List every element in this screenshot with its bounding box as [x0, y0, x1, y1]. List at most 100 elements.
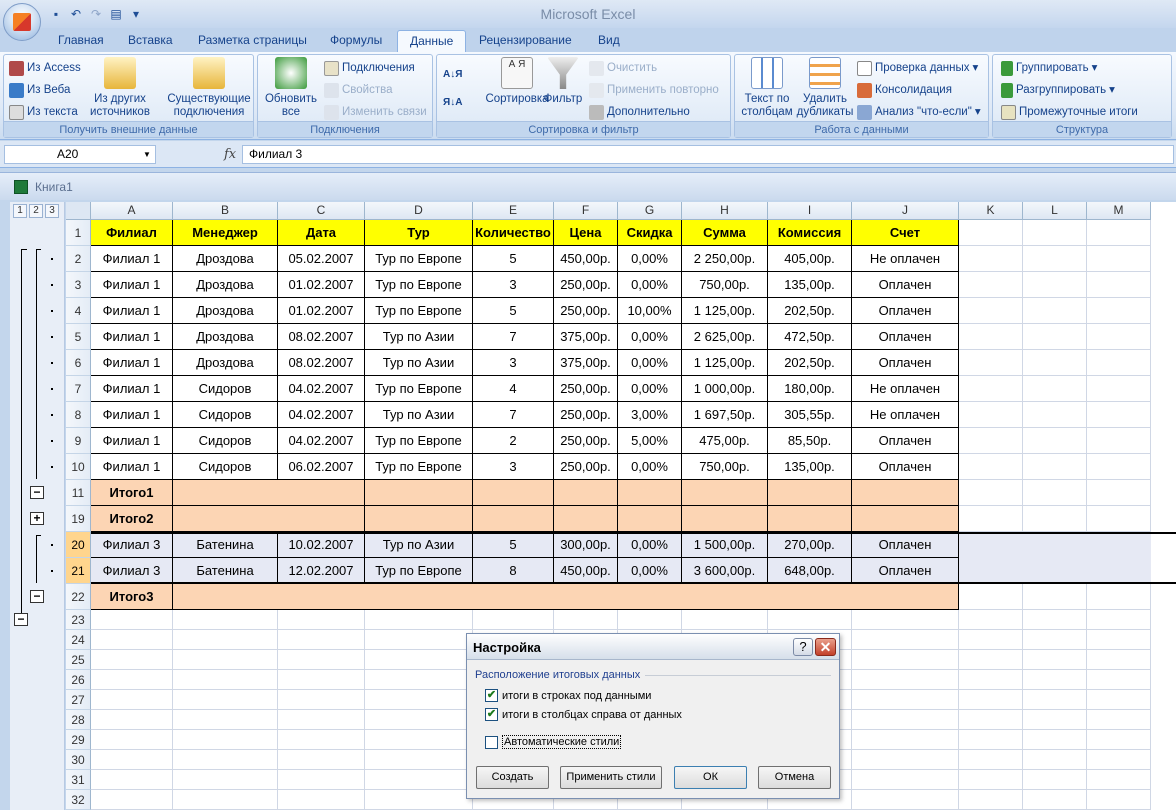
table-cell[interactable]: [1023, 350, 1087, 376]
table-cell[interactable]: 01.02.2007: [278, 298, 365, 324]
table-cell[interactable]: [1023, 454, 1087, 480]
table-cell[interactable]: [768, 506, 852, 532]
table-cell[interactable]: [959, 402, 1023, 428]
table-cell[interactable]: Филиал 1: [91, 454, 173, 480]
table-cell[interactable]: [959, 610, 1023, 630]
outline-level-1-button[interactable]: 1: [13, 204, 27, 218]
remove-duplicates-button[interactable]: Удалить дубликаты: [795, 57, 855, 119]
column-header[interactable]: A: [91, 202, 173, 220]
ungroup-button[interactable]: Разгруппировать ▾: [1001, 80, 1115, 100]
table-cell[interactable]: 0,00%: [618, 376, 682, 402]
table-cell[interactable]: [1087, 350, 1151, 376]
table-cell[interactable]: [173, 730, 278, 750]
table-cell[interactable]: Филиал 1: [91, 350, 173, 376]
table-cell[interactable]: [365, 770, 473, 790]
summary-rows-below-option[interactable]: ✔ итоги в строках под данными: [485, 689, 651, 702]
refresh-all-button[interactable]: Обновить все: [261, 57, 321, 119]
table-cell[interactable]: [173, 750, 278, 770]
table-cell[interactable]: [278, 730, 365, 750]
table-cell[interactable]: [1023, 584, 1087, 610]
table-cell[interactable]: [473, 480, 554, 506]
table-cell[interactable]: [1023, 670, 1087, 690]
row-header[interactable]: 10: [66, 454, 91, 480]
outline-level-2-button[interactable]: 2: [29, 204, 43, 218]
column-header[interactable]: M: [1087, 202, 1151, 220]
table-cell[interactable]: 04.02.2007: [278, 376, 365, 402]
table-cell[interactable]: [1023, 402, 1087, 428]
create-button[interactable]: Создать: [476, 766, 549, 789]
table-cell[interactable]: 0,00%: [618, 246, 682, 272]
row-header[interactable]: 19: [66, 506, 91, 532]
table-cell[interactable]: 7: [473, 324, 554, 350]
table-cell[interactable]: [959, 298, 1023, 324]
table-cell[interactable]: Тур по Азии: [365, 350, 473, 376]
table-cell[interactable]: 0,00%: [618, 272, 682, 298]
tab-data[interactable]: Данные: [397, 30, 467, 52]
tab-insert[interactable]: Вставка: [116, 30, 185, 52]
from-text-button[interactable]: Из текста: [9, 102, 78, 122]
table-cell[interactable]: 135,00р.: [768, 454, 852, 480]
table-cell[interactable]: [173, 670, 278, 690]
reapply-button[interactable]: Применить повторно: [589, 80, 719, 100]
table-cell[interactable]: Оплачен: [852, 428, 959, 454]
table-cell[interactable]: [173, 690, 278, 710]
table-cell[interactable]: Филиал 1: [91, 246, 173, 272]
sort-za-button[interactable]: Я↓А: [443, 93, 462, 113]
table-cell[interactable]: 648,00р.: [768, 558, 852, 584]
table-cell[interactable]: [1023, 610, 1087, 630]
table-cell[interactable]: [852, 710, 959, 730]
table-cell[interactable]: [1087, 710, 1151, 730]
table-cell[interactable]: [554, 506, 618, 532]
table-cell[interactable]: [1087, 670, 1151, 690]
ok-button[interactable]: ОК: [674, 766, 747, 789]
table-cell[interactable]: Филиал 1: [91, 376, 173, 402]
table-cell[interactable]: [1087, 730, 1151, 750]
table-cell[interactable]: [365, 650, 473, 670]
table-cell[interactable]: [1023, 272, 1087, 298]
table-cell[interactable]: [278, 690, 365, 710]
table-cell[interactable]: 8: [473, 558, 554, 584]
table-cell[interactable]: Оплачен: [852, 298, 959, 324]
table-cell[interactable]: [959, 324, 1023, 350]
table-cell[interactable]: [365, 506, 473, 532]
table-cell[interactable]: [959, 376, 1023, 402]
table-cell[interactable]: Комиссия: [768, 220, 852, 246]
subtotal-button[interactable]: Промежуточные итоги: [1001, 102, 1138, 122]
table-cell[interactable]: 85,50р.: [768, 428, 852, 454]
automatic-styles-option[interactable]: Автоматические стили: [485, 735, 622, 749]
table-cell[interactable]: [278, 670, 365, 690]
table-cell[interactable]: [682, 610, 768, 630]
table-cell[interactable]: Количество: [473, 220, 554, 246]
table-cell[interactable]: [365, 630, 473, 650]
table-cell[interactable]: [91, 690, 173, 710]
table-cell[interactable]: [365, 480, 473, 506]
tab-home[interactable]: Главная: [46, 30, 116, 52]
table-cell[interactable]: Филиал 3: [91, 532, 173, 558]
row-header[interactable]: 30: [66, 750, 91, 770]
table-cell[interactable]: [1087, 532, 1151, 558]
table-cell[interactable]: [278, 610, 365, 630]
tab-view[interactable]: Вид: [586, 30, 632, 52]
table-cell[interactable]: 1 000,00р.: [682, 376, 768, 402]
automatic-styles-checkbox[interactable]: [485, 735, 498, 749]
table-cell[interactable]: [1087, 272, 1151, 298]
tab-review[interactable]: Рецензирование: [467, 30, 584, 52]
table-cell[interactable]: 250,00р.: [554, 428, 618, 454]
sort-az-button[interactable]: А↓Я: [443, 65, 462, 85]
table-cell[interactable]: Филиал 1: [91, 324, 173, 350]
table-cell[interactable]: [959, 730, 1023, 750]
table-cell[interactable]: [959, 770, 1023, 790]
table-cell[interactable]: [959, 750, 1023, 770]
table-cell[interactable]: 250,00р.: [554, 402, 618, 428]
table-cell[interactable]: [1023, 650, 1087, 670]
table-cell[interactable]: Не оплачен: [852, 376, 959, 402]
table-cell[interactable]: [365, 670, 473, 690]
expand-group-2-button[interactable]: +: [30, 512, 44, 525]
consolidate-button[interactable]: Консолидация: [857, 80, 952, 100]
row-header[interactable]: 22: [66, 584, 91, 610]
table-cell[interactable]: [1023, 790, 1087, 810]
column-header[interactable]: I: [768, 202, 852, 220]
table-cell[interactable]: Тур по Европе: [365, 298, 473, 324]
table-cell[interactable]: [1087, 454, 1151, 480]
table-cell[interactable]: Сидоров: [173, 402, 278, 428]
